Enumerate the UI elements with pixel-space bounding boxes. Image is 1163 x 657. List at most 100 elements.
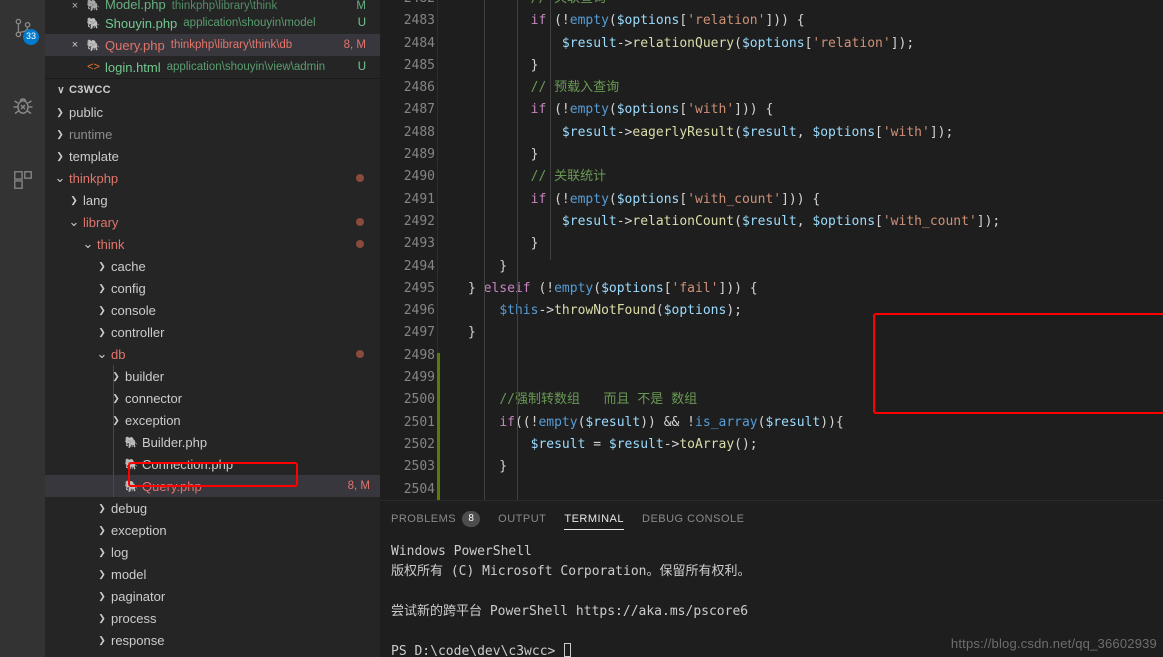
code-token: ( — [734, 124, 742, 140]
tree-folder-row[interactable]: ❯ runtime — [45, 123, 380, 145]
tree-folder-row[interactable]: ❯session — [45, 651, 380, 657]
tree-folder-row[interactable]: ❯ lang — [45, 189, 380, 211]
panel-tab-terminal[interactable]: TERMINAL — [564, 501, 624, 536]
code-token: ( — [734, 35, 742, 51]
code-line: 2485 } — [380, 55, 1163, 77]
code-token: $options — [663, 303, 727, 319]
tree-folder-row[interactable]: ❯ connector — [45, 387, 380, 409]
panel-tab-problems[interactable]: PROBLEMS 8 — [391, 501, 481, 536]
code-token: 'relation' — [687, 13, 766, 29]
php-file-icon: 🐘 — [86, 0, 101, 12]
panel-tab-output[interactable]: OUTPUT — [498, 501, 546, 536]
code-line: 2498 — [380, 345, 1163, 367]
code-token: ( — [608, 13, 617, 29]
code-token: , — [796, 124, 813, 140]
open-editors-list: ×🐘Model.phpthinkphp\library\thinkM×🐘Shou… — [45, 0, 380, 78]
open-editor-item[interactable]: × 🐘 Model.php thinkphp\library\think M — [45, 0, 380, 12]
code-line-text: if (!empty($options['relation'])) { — [468, 10, 805, 32]
code-token: -> — [616, 213, 633, 229]
code-token: 'with' — [687, 102, 735, 118]
code-token: -> — [616, 35, 633, 51]
tree-folder-row[interactable]: ❯ cache — [45, 255, 380, 277]
line-number: 2500 — [403, 392, 435, 408]
chevron-right-icon[interactable]: ❯ — [95, 305, 109, 316]
tree-item-label: debug — [111, 500, 148, 516]
line-number: 2497 — [403, 325, 435, 341]
open-editor-item[interactable]: ×🐘Shouyin.phpapplication\shouyin\modelU — [45, 12, 380, 34]
tree-folder-row[interactable]: ❯ response — [45, 629, 380, 651]
open-editor-filename: login.html — [105, 59, 161, 75]
close-icon[interactable]: × — [67, 0, 83, 12]
tree-folder-row[interactable]: ⌄ db — [45, 343, 380, 365]
php-file-icon: 🐘 — [124, 480, 139, 493]
tree-folder-row[interactable]: ❯ template — [45, 145, 380, 167]
chevron-right-icon[interactable]: ❯ — [109, 393, 123, 404]
tree-folder-row[interactable]: ❯ paginator — [45, 585, 380, 607]
tree-file-row[interactable]: 🐘 Builder.php — [45, 431, 380, 453]
tree-item-label: runtime — [69, 126, 113, 142]
tree-folder-row[interactable]: ❯ controller — [45, 321, 380, 343]
editor-scrollbar[interactable] — [1153, 0, 1163, 500]
activity-item-extensions[interactable] — [0, 158, 45, 206]
chevron-down-icon[interactable]: ⌄ — [81, 237, 95, 250]
chevron-right-icon[interactable]: ❯ — [109, 371, 123, 382]
chevron-right-icon[interactable]: ❯ — [95, 569, 109, 580]
tree-folder-row[interactable]: ❯ console — [45, 299, 380, 321]
tree-folder-row[interactable]: ❯ exception — [45, 409, 380, 431]
chevron-right-icon[interactable]: ❯ — [95, 635, 109, 646]
chevron-right-icon[interactable]: ❯ — [109, 415, 123, 426]
code-token: [ — [875, 213, 883, 229]
line-number: 2503 — [403, 459, 435, 475]
tree-item-label: Query.php — [142, 478, 202, 494]
code-line-text: } — [468, 55, 539, 77]
terminal-line: 尝试新的跨平台 PowerShell https://aka.ms/pscore… — [391, 604, 749, 619]
open-editor-item[interactable]: ×<>login.htmlapplication\shouyin\view\ad… — [45, 56, 380, 78]
open-editor-path: thinkphp\library\think\db — [170, 39, 293, 51]
chevron-down-icon[interactable]: ⌄ — [95, 347, 109, 360]
tree-folder-row[interactable]: ❯ debug — [45, 497, 380, 519]
editor-column: 2482 // 关联查询2483 if (!empty($options['re… — [380, 0, 1163, 657]
open-editor-item[interactable]: × 🐘 Query.php thinkphp\library\think\db 8, M — [45, 34, 380, 56]
activity-item-source-control[interactable]: 33 — [0, 6, 45, 54]
activity-item-run-debug[interactable] — [0, 84, 45, 132]
tree-folder-row[interactable]: ❯ model — [45, 563, 380, 585]
tree-indent-guide — [113, 453, 114, 475]
tree-folder-row[interactable]: ❯ builder — [45, 365, 380, 387]
tree-folder-row[interactable]: ⌄ library — [45, 211, 380, 233]
tree-folder-row[interactable]: ⌄ think — [45, 233, 380, 255]
tree-folder-row[interactable]: ❯ exception — [45, 519, 380, 541]
chevron-down-icon[interactable]: ⌄ — [67, 215, 81, 228]
tree-file-row[interactable]: 🐘 Connection.php — [45, 453, 380, 475]
modified-indicator-dot — [356, 174, 364, 182]
chevron-right-icon[interactable]: ❯ — [95, 327, 109, 338]
tree-folder-row[interactable]: ⌄ thinkphp — [45, 167, 380, 189]
tree-folder-row[interactable]: ❯ public — [45, 101, 380, 123]
tree-item-label: response — [111, 632, 165, 648]
code-token: $result — [530, 436, 586, 452]
chevron-right-icon[interactable]: ❯ — [95, 613, 109, 624]
tree-file-row[interactable]: 🐘 Query.php 8, M — [45, 475, 380, 497]
code-token: $result — [765, 414, 821, 430]
chevron-down-icon[interactable]: ⌄ — [53, 171, 67, 184]
chevron-right-icon[interactable]: ❯ — [95, 525, 109, 536]
panel-tab-debug-console[interactable]: DEBUG CONSOLE — [642, 501, 744, 536]
code-token: elseif — [483, 280, 531, 296]
file-tree: ❯ public ❯ runtime ❯ template ⌄ thinkphp ❯ lang ⌄ l… — [45, 101, 380, 657]
tree-folder-row[interactable]: ❯ config — [45, 277, 380, 299]
chevron-right-icon[interactable]: ❯ — [95, 283, 109, 294]
chevron-right-icon[interactable]: ❯ — [67, 195, 81, 206]
explorer-folder-header[interactable]: ∨ C3WCC — [45, 79, 380, 101]
code-token: if — [530, 191, 547, 207]
close-icon[interactable]: × — [67, 39, 83, 51]
tree-folder-row[interactable]: ❯ log — [45, 541, 380, 563]
chevron-right-icon[interactable]: ❯ — [53, 151, 67, 162]
code-token: ]); — [929, 124, 954, 140]
code-editor[interactable]: 2482 // 关联查询2483 if (!empty($options['re… — [380, 0, 1163, 500]
tree-folder-row[interactable]: ❯ process — [45, 607, 380, 629]
chevron-right-icon[interactable]: ❯ — [95, 591, 109, 602]
chevron-right-icon[interactable]: ❯ — [95, 261, 109, 272]
chevron-right-icon[interactable]: ❯ — [95, 503, 109, 514]
chevron-right-icon[interactable]: ❯ — [53, 107, 67, 118]
chevron-right-icon[interactable]: ❯ — [53, 129, 67, 140]
chevron-right-icon[interactable]: ❯ — [95, 547, 109, 558]
